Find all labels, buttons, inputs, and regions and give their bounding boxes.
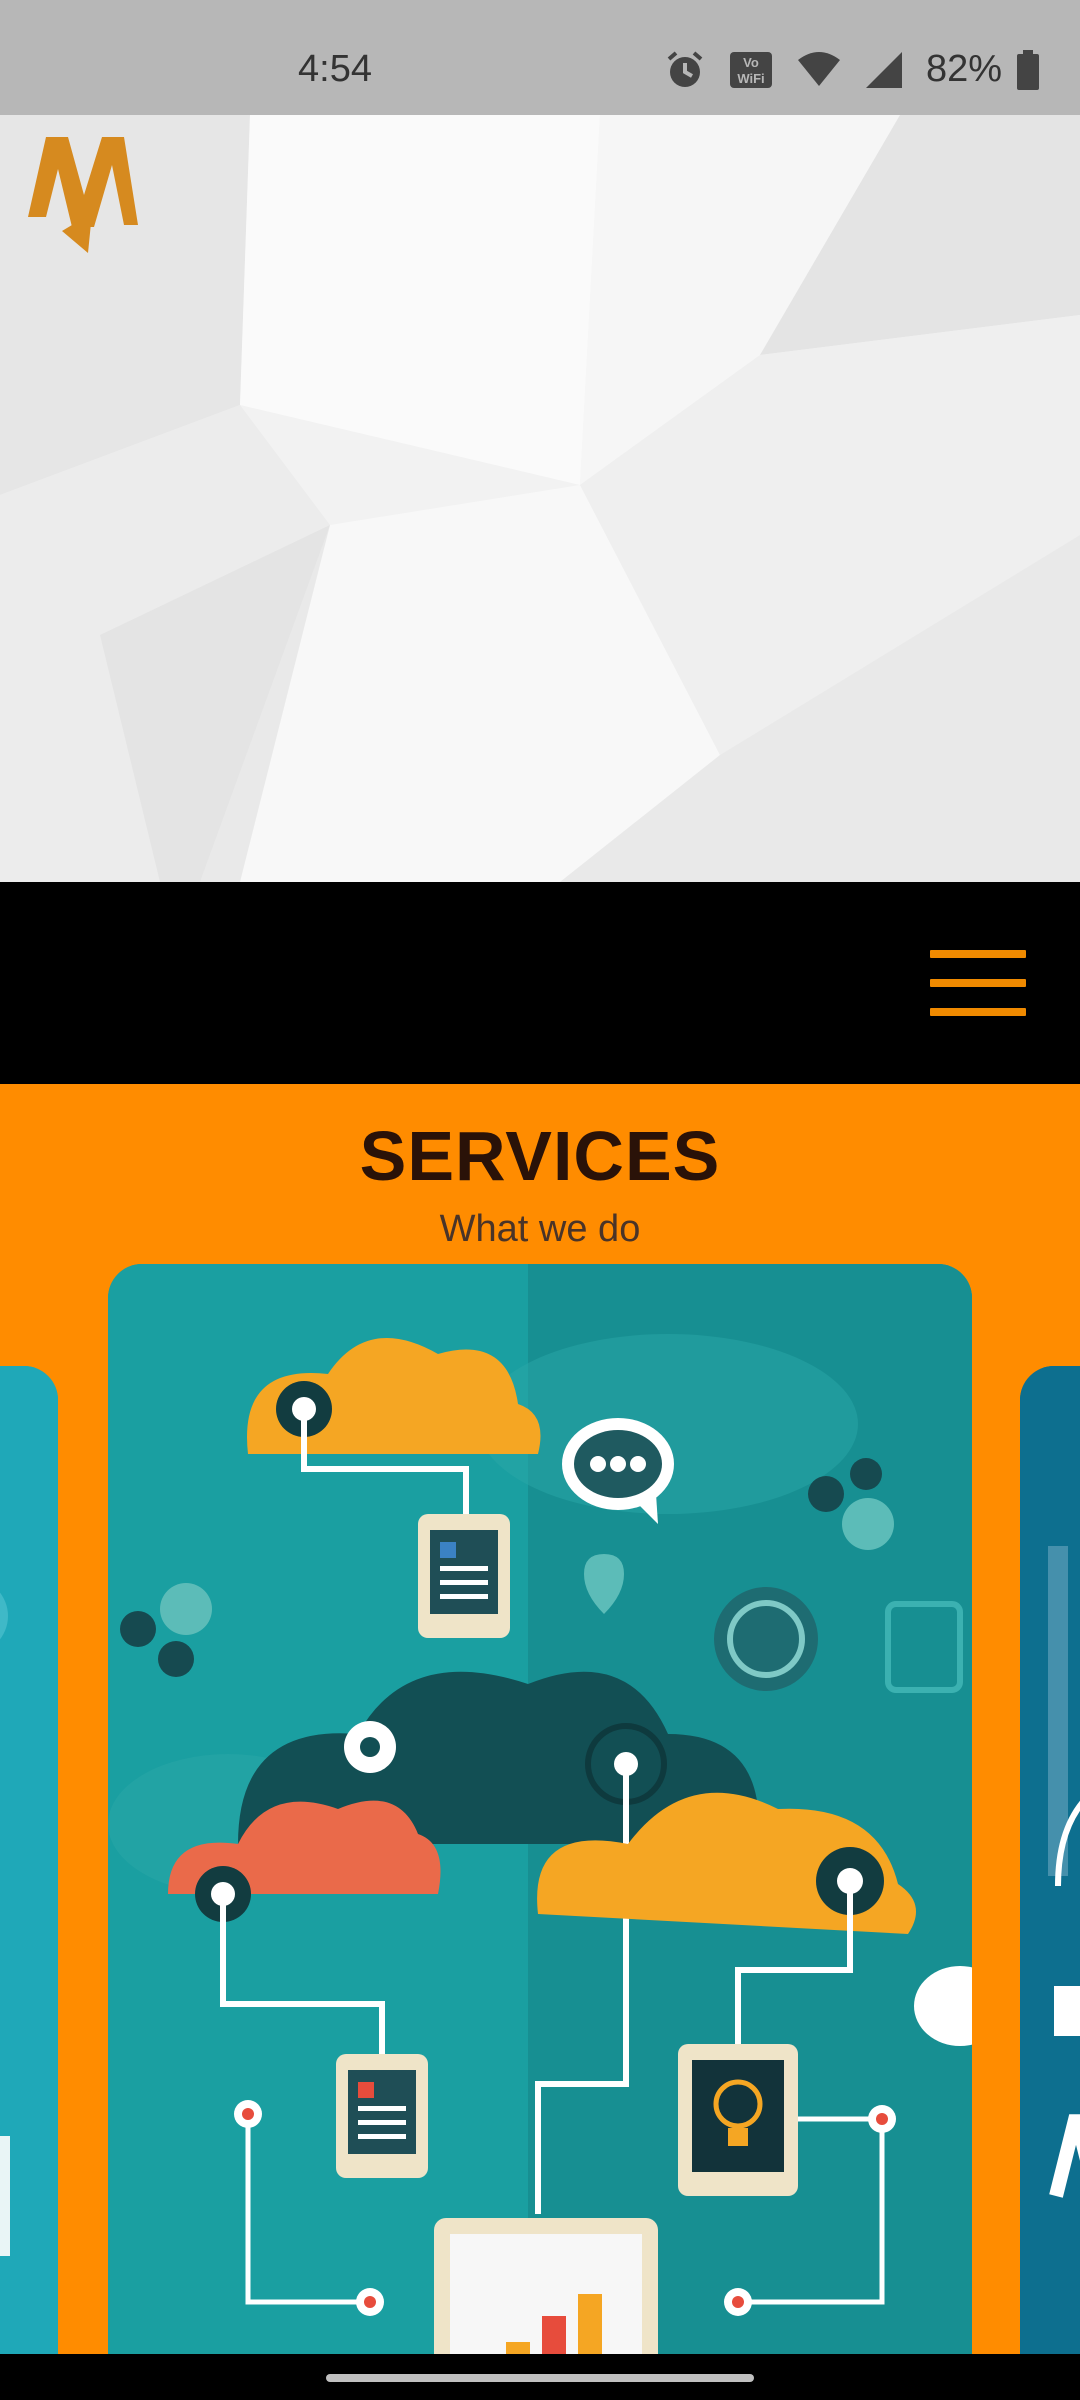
svg-text:Vo: Vo: [743, 55, 759, 70]
cloud-network-illustration: [108, 1264, 972, 2354]
service-card-previous[interactable]: [0, 1366, 58, 2354]
status-time: 4:54: [298, 48, 372, 90]
hamburger-menu-icon[interactable]: [930, 950, 1026, 1016]
geometric-background: [0, 115, 1080, 882]
signal-icon: [865, 51, 902, 88]
brand-logo[interactable]: [28, 135, 138, 255]
service-card-cloud[interactable]: [108, 1264, 972, 2354]
hero-banner: [0, 115, 1080, 882]
service-card-next[interactable]: [1020, 1366, 1080, 2354]
battery-percentage: 82%: [925, 48, 1002, 90]
navigation-gesture-bar: [0, 2354, 1080, 2400]
home-indicator[interactable]: [326, 2374, 754, 2382]
navigation-bar: [0, 882, 1080, 1084]
services-section: SERVICES What we do: [0, 1084, 1080, 2354]
alarm-icon: [667, 50, 703, 87]
services-subtitle: What we do: [439, 1208, 641, 1250]
vowifi-icon: Vo WiFi: [729, 51, 772, 88]
services-title: SERVICES: [359, 1117, 721, 1195]
svg-text:WiFi: WiFi: [737, 71, 764, 86]
battery-icon: [1017, 49, 1039, 90]
status-icons: Vo WiFi 82%: [664, 48, 1040, 91]
status-bar: 4:54 Vo WiFi 82%: [0, 0, 1080, 115]
wifi-icon: [797, 51, 840, 86]
